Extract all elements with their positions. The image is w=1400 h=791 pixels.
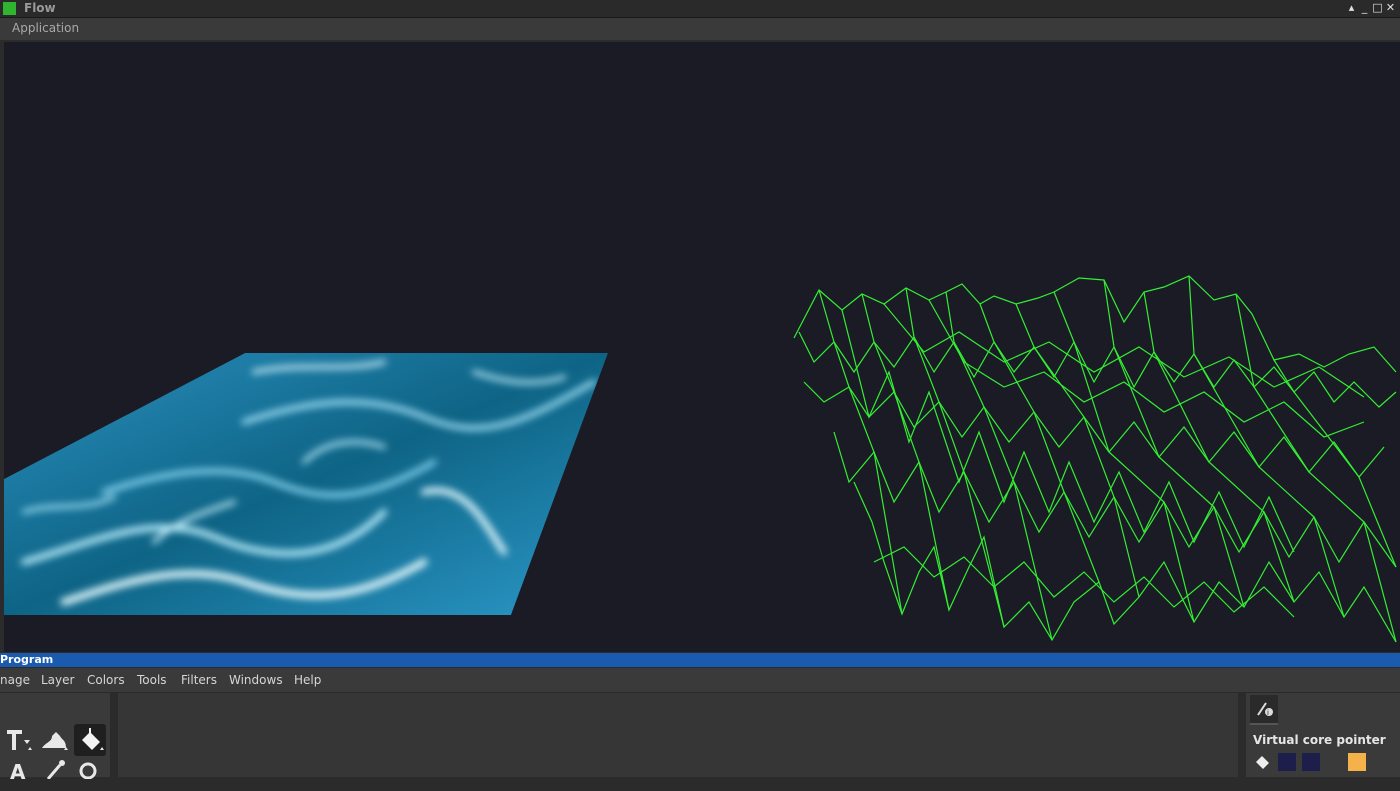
program-menubar: nage Layer Colors Tools Filters Windows … [0,668,1400,693]
transform-icon[interactable] [2,724,34,756]
toolbox: A [0,693,111,784]
device-status-icon[interactable]: i [1250,695,1278,725]
color-picker-icon[interactable] [40,759,72,791]
shade-button[interactable]: ▴ [1346,0,1357,15]
menu-application[interactable]: Application [12,21,79,35]
menu-tools[interactable]: Tools [137,673,167,687]
scene-svg [4,275,1397,643]
device-heading: Virtual core pointer [1253,733,1386,747]
render-viewport[interactable] [4,42,1400,652]
wireframe-mesh [793,275,1397,643]
background-color-swatch[interactable] [1302,753,1320,771]
device-tool-icon [1253,753,1271,771]
menu-windows[interactable]: Windows [229,673,283,687]
image-canvas-area[interactable] [117,693,1238,777]
magnify-icon[interactable] [74,759,106,791]
app-menubar: Application [0,18,1400,40]
program-title: Program [0,653,54,666]
minimize-button[interactable]: _ [1359,0,1370,15]
close-button[interactable]: ✕ [1385,0,1396,15]
water-plane [4,353,608,615]
svg-text:A: A [10,760,26,779]
menu-layer[interactable]: Layer [41,673,74,687]
window-controls: ▴ _ □ ✕ [1346,0,1396,17]
window-titlebar: Flow ▴ _ □ ✕ [0,0,1400,18]
menu-image[interactable]: nage [0,673,30,687]
program-titlebar: Program [0,653,1400,667]
menu-filters[interactable]: Filters [181,673,217,687]
menu-colors[interactable]: Colors [87,673,125,687]
app-icon [3,2,16,15]
svg-text:i: i [1267,709,1269,717]
maximize-button[interactable]: □ [1372,0,1383,15]
pattern-swatch[interactable] [1348,753,1366,771]
smudge-icon[interactable] [38,724,70,756]
foreground-color-swatch[interactable] [1278,753,1296,771]
window-title: Flow [24,1,56,15]
device-status-panel: i Virtual core pointer [1245,693,1400,777]
bucket-fill-icon[interactable] [74,724,106,756]
text-icon[interactable]: A [2,759,34,791]
menu-help[interactable]: Help [294,673,321,687]
